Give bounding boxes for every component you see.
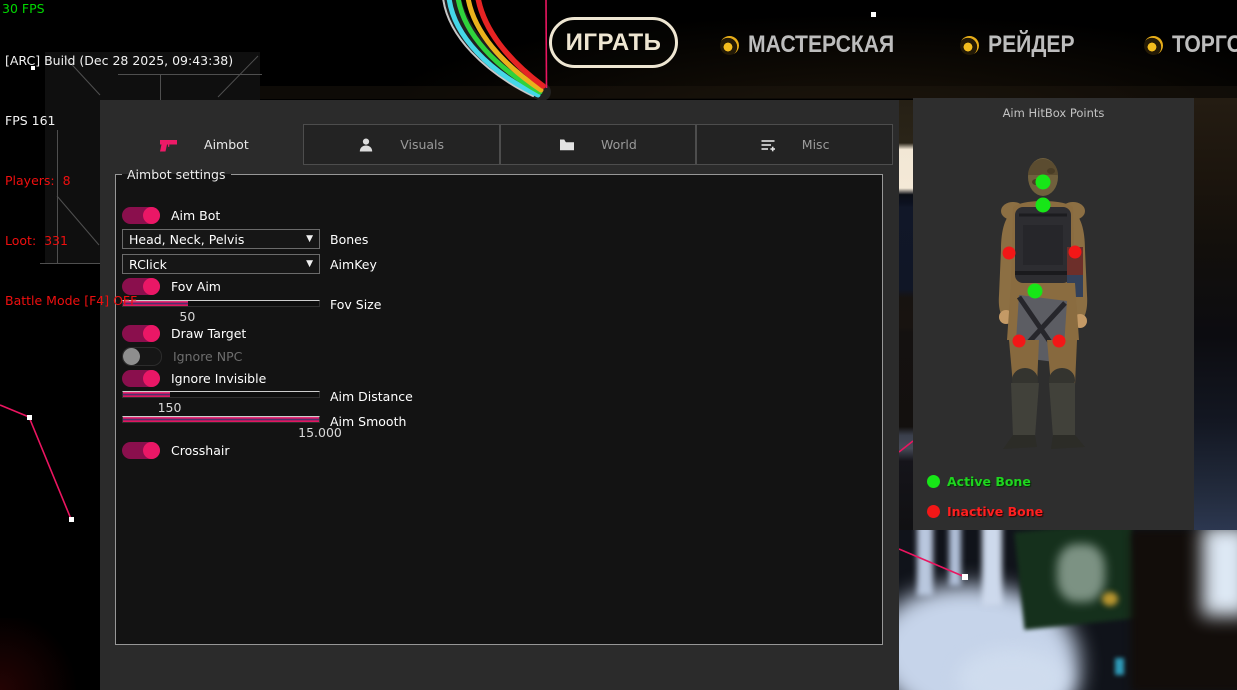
hud-info-block: [ARC] Build (Dec 28 2025, 09:43:38) FPS … (5, 11, 233, 351)
bone-dot-right-leg (1053, 335, 1066, 348)
coin-icon (720, 36, 739, 55)
bone-dot-pelvis (1028, 284, 1043, 299)
bone-dot-right-arm (1069, 246, 1082, 259)
bone-dot-neck (1036, 198, 1051, 213)
person-icon (358, 137, 374, 153)
menu-item-trade[interactable]: ТОРГО (1144, 31, 1237, 59)
crosshair-row: Crosshair (122, 441, 229, 459)
crosshair-label: Crosshair (171, 443, 229, 458)
legend-inactive-bone: Inactive Bone (927, 504, 1043, 519)
aim-smooth-slider[interactable] (122, 416, 320, 423)
bone-dot-head (1036, 175, 1051, 190)
background-gap-strip (899, 100, 913, 530)
menu-item-raider[interactable]: РЕЙДЕР (960, 31, 1086, 59)
legend-label: Inactive Bone (947, 504, 1043, 519)
ignore-invisible-toggle[interactable] (122, 370, 160, 387)
tab-label: World (601, 137, 637, 152)
menu-item-label: ТОРГО (1172, 31, 1237, 59)
bone-dot-left-arm (1003, 247, 1016, 260)
menu-item-label: МАСТЕРСКАЯ (748, 31, 894, 59)
menu-item-workshop[interactable]: МАСТЕРСКАЯ (720, 31, 914, 59)
tab-label: Misc (802, 137, 830, 152)
fps-value: FPS 161 (5, 111, 233, 131)
tab-misc[interactable]: Misc (696, 124, 893, 165)
ignore-invisible-row: Ignore Invisible (122, 369, 266, 387)
folder-icon (559, 137, 575, 153)
bone-dot-left-leg (1013, 335, 1026, 348)
inactive-bone-dot-icon (927, 505, 940, 518)
tab-visuals[interactable]: Visuals (303, 124, 500, 165)
aim-distance-label: Aim Distance (330, 389, 413, 404)
legend-active-bone: Active Bone (927, 474, 1031, 489)
background-right-strip (1194, 98, 1237, 530)
coin-icon (960, 36, 979, 55)
game-screen: 30 FPS [ARC] Build (Dec 28 2025, 09:43:3… (0, 0, 1237, 690)
aim-distance-value: 150 (158, 400, 182, 415)
ignore-invisible-label: Ignore Invisible (171, 371, 266, 386)
aim-smooth-label: Aim Smooth (330, 414, 406, 429)
players-count: Players: 8 (5, 171, 233, 191)
crosshair-toggle[interactable] (122, 442, 160, 459)
menu-item-label: РЕЙДЕР (988, 31, 1075, 59)
fov-size-label: Fov Size (330, 297, 381, 312)
chevron-down-icon: ▼ (306, 259, 313, 269)
bones-label: Bones (330, 232, 368, 247)
build-info: [ARC] Build (Dec 28 2025, 09:43:38) (5, 51, 233, 71)
chevron-down-icon: ▼ (306, 234, 313, 244)
tab-label: Visuals (400, 137, 444, 152)
background-bottom-right-scene (899, 530, 1237, 690)
character-model (963, 155, 1123, 455)
coin-icon (1144, 36, 1163, 55)
active-bone-dot-icon (927, 475, 940, 488)
aimkey-label: AimKey (330, 257, 377, 272)
tab-world[interactable]: World (500, 124, 697, 165)
loot-count: Loot: 331 (5, 231, 233, 251)
sliders-icon (760, 137, 776, 153)
hitbox-panel-title: Aim HitBox Points (913, 106, 1194, 120)
play-button[interactable]: ИГРАТЬ (549, 17, 678, 68)
battle-mode-status: Battle Mode [F4] OFF (5, 291, 233, 311)
background-red-glow (0, 618, 80, 690)
aim-distance-slider[interactable] (122, 391, 320, 398)
hitbox-panel: Aim HitBox Points (913, 98, 1194, 530)
legend-label: Active Bone (947, 474, 1031, 489)
